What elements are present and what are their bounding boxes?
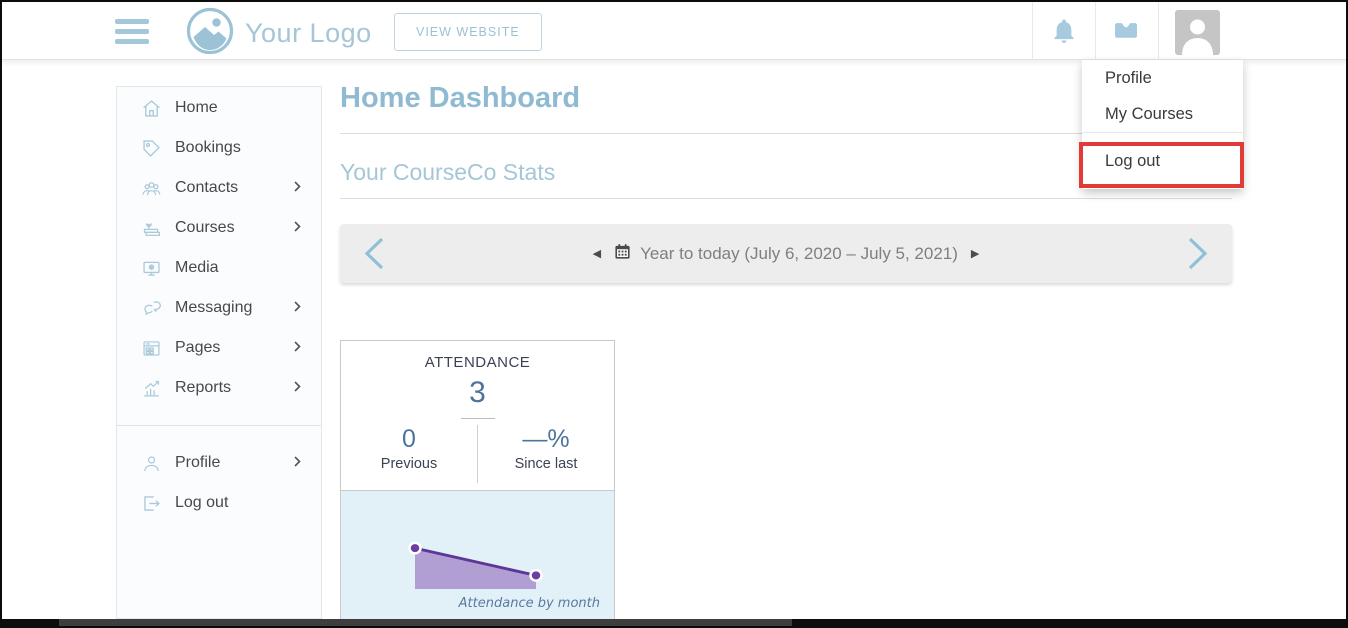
chevron-right-icon — [294, 379, 301, 397]
sidebar-item-courses[interactable]: Courses — [117, 208, 321, 248]
books-icon — [141, 218, 162, 239]
previous-stat: 0 Previous — [341, 425, 478, 483]
sidebar-item-label: Pages — [175, 339, 220, 357]
chevron-right-icon — [294, 219, 301, 237]
sidebar-item-label: Reports — [175, 379, 231, 397]
chevron-right-icon — [294, 299, 301, 317]
sidebar-item-label: Courses — [175, 219, 235, 237]
sidebar-item-label: Contacts — [175, 179, 238, 197]
chevron-right-icon — [294, 339, 301, 357]
section-title: Your CourseCo Stats — [340, 159, 555, 186]
scrollbar-thumb[interactable] — [59, 619, 792, 626]
browser-icon — [141, 338, 162, 359]
sidebar-item-pages[interactable]: Pages — [117, 328, 321, 368]
view-website-button[interactable]: VIEW WEBSITE — [394, 13, 542, 51]
attendance-chart-area: Attendance by month — [341, 490, 614, 628]
sidebar-item-profile[interactable]: Profile — [117, 443, 321, 483]
exit-icon — [141, 493, 162, 514]
sidebar-item-label: Home — [175, 99, 218, 117]
chat-icon — [141, 298, 162, 319]
menu-item-log-out[interactable]: Log out — [1082, 133, 1243, 189]
calendar-icon — [614, 243, 631, 265]
monitor-icon — [141, 258, 162, 279]
page-title: Home Dashboard — [340, 82, 580, 115]
prev-date-triangle-icon[interactable]: ◀ — [593, 247, 601, 260]
since-last-value: —% — [478, 425, 614, 453]
stat-card-value: 3 — [341, 376, 614, 410]
sidebar-item-label: Messaging — [175, 299, 252, 317]
user-avatar[interactable] — [1175, 10, 1220, 55]
stat-mini-divider — [461, 418, 495, 419]
horizontal-scrollbar[interactable] — [2, 619, 1346, 626]
menu-item-profile[interactable]: Profile — [1082, 60, 1243, 96]
date-range-bar: ◀ Year to today (July 6, 2020 – July 5, … — [340, 224, 1232, 283]
sidebar-item-messaging[interactable]: Messaging — [117, 288, 321, 328]
sidebar-item-bookings[interactable]: Bookings — [117, 128, 321, 168]
people-icon — [141, 178, 162, 199]
inbox-icon[interactable] — [1112, 17, 1140, 45]
topbar: Your Logo VIEW WEBSITE — [2, 2, 1346, 60]
sidebar-item-label: Bookings — [175, 139, 241, 157]
sidebar-item-reports[interactable]: Reports — [117, 368, 321, 408]
since-last-stat: —% Since last — [478, 425, 614, 483]
stat-card-title: ATTENDANCE — [341, 354, 614, 371]
tag-icon — [141, 138, 162, 159]
logo-image-icon — [185, 6, 235, 61]
chevron-right-icon — [294, 179, 301, 197]
sidebar-item-log-out[interactable]: Log out — [117, 483, 321, 523]
sidebar-item-home[interactable]: Home — [117, 88, 321, 128]
chart-caption: Attendance by month — [459, 596, 600, 611]
previous-value: 0 — [341, 425, 477, 453]
previous-label: Previous — [341, 456, 477, 472]
sidebar-item-label: Media — [175, 259, 219, 277]
bar-chart-icon — [141, 378, 162, 399]
date-range-label[interactable]: Year to today (July 6, 2020 – July 5, 20… — [640, 244, 958, 264]
logo[interactable]: Your Logo — [185, 6, 372, 61]
topbar-divider — [1032, 2, 1033, 60]
sidebar-item-media[interactable]: Media — [117, 248, 321, 288]
sidebar-item-contacts[interactable]: Contacts — [117, 168, 321, 208]
sidebar-item-label: Log out — [175, 494, 228, 512]
home-icon — [141, 98, 162, 119]
attendance-stat-card: ATTENDANCE 3 0 Previous —% Since last At… — [340, 340, 615, 628]
topbar-divider — [1095, 2, 1096, 60]
hamburger-menu-icon[interactable] — [115, 19, 149, 44]
since-last-label: Since last — [478, 456, 614, 472]
sidebar: Home Bookings Contacts Courses — [116, 86, 322, 619]
chevron-right-icon — [294, 454, 301, 472]
divider — [340, 198, 1232, 199]
sidebar-divider — [117, 425, 321, 426]
next-period-chevron-icon[interactable] — [1187, 237, 1208, 275]
sidebar-item-label: Profile — [175, 454, 220, 472]
menu-item-my-courses[interactable]: My Courses — [1082, 96, 1243, 132]
person-icon — [141, 453, 162, 474]
logo-text: Your Logo — [245, 18, 372, 49]
user-dropdown-menu: Profile My Courses Log out — [1082, 60, 1243, 189]
next-date-triangle-icon[interactable]: ▶ — [971, 247, 979, 260]
app-window: Your Logo VIEW WEBSITE Profile My Co — [0, 0, 1348, 628]
topbar-divider — [1158, 2, 1159, 60]
notifications-bell-icon[interactable] — [1050, 17, 1078, 45]
